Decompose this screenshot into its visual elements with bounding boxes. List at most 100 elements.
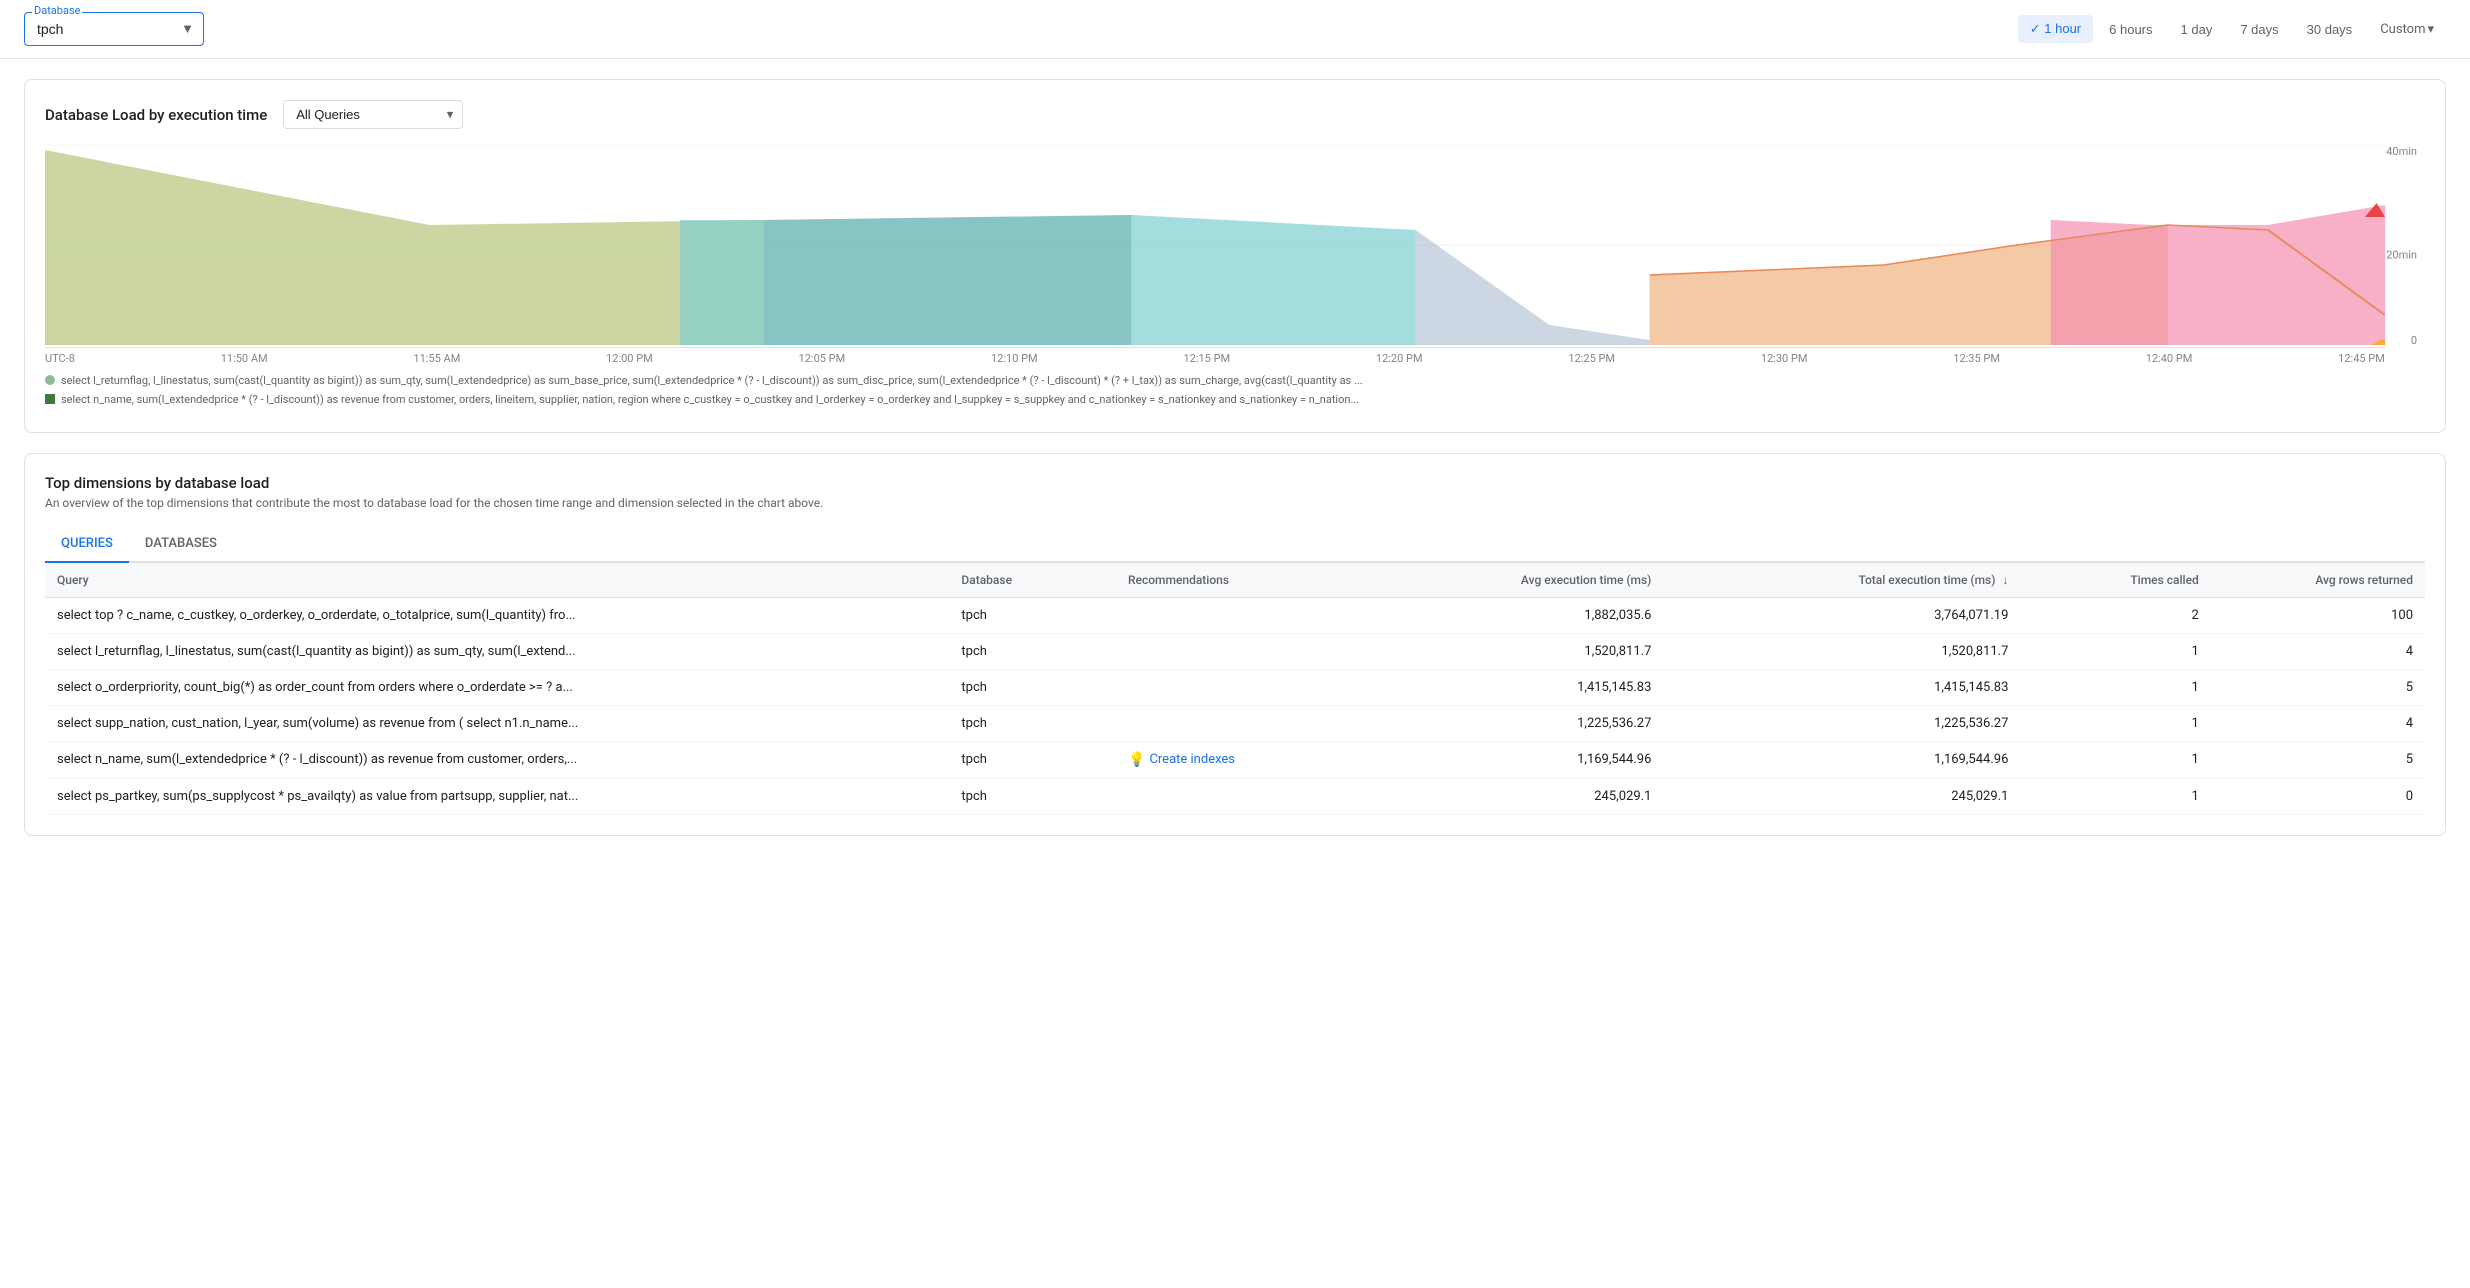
time-filter-custom[interactable]: Custom ▾ bbox=[2368, 16, 2446, 43]
cell-query-6: select ps_partkey, sum(ps_supplycost * p… bbox=[45, 778, 949, 814]
cell-db-3: tpch bbox=[949, 669, 1116, 705]
chart-section: Database Load by execution time All Quer… bbox=[24, 79, 2446, 433]
cell-rec-6 bbox=[1116, 778, 1354, 814]
cell-avg-exec-1: 1,882,035.6 bbox=[1354, 597, 1663, 633]
cell-db-5: tpch bbox=[949, 741, 1116, 778]
x-label-1205: 12:05 PM bbox=[799, 352, 846, 365]
time-filter-7d[interactable]: 7 days bbox=[2228, 16, 2290, 43]
cell-query-5: select n_name, sum(l_extendedprice * (? … bbox=[45, 741, 949, 778]
tab-databases[interactable]: DATABASES bbox=[129, 526, 233, 563]
col-header-times-called: Times called bbox=[2020, 563, 2210, 598]
table-body: select top ? c_name, c_custkey, o_orderk… bbox=[45, 597, 2425, 814]
x-label-1225: 12:25 PM bbox=[1568, 352, 1615, 365]
cell-avg-exec-6: 245,029.1 bbox=[1354, 778, 1663, 814]
cell-total-exec-6: 245,029.1 bbox=[1663, 778, 2020, 814]
x-label-1210: 12:10 PM bbox=[991, 352, 1038, 365]
cell-query-4: select supp_nation, cust_nation, l_year,… bbox=[45, 705, 949, 741]
cell-times-6: 1 bbox=[2020, 778, 2210, 814]
cell-rows-4: 4 bbox=[2211, 705, 2425, 741]
cell-rows-5: 5 bbox=[2211, 741, 2425, 778]
cell-db-1: tpch bbox=[949, 597, 1116, 633]
database-select[interactable]: tpch postgres mydb bbox=[24, 12, 204, 46]
legend-item-2: select n_name, sum(l_extendedprice * (? … bbox=[45, 392, 2425, 407]
col-header-database: Database bbox=[949, 563, 1116, 598]
cell-query-1: select top ? c_name, c_custkey, o_orderk… bbox=[45, 597, 949, 633]
cell-db-6: tpch bbox=[949, 778, 1116, 814]
cell-total-exec-4: 1,225,536.27 bbox=[1663, 705, 2020, 741]
cell-query-2: select l_returnflag, l_linestatus, sum(c… bbox=[45, 633, 949, 669]
tabs: QUERIES DATABASES bbox=[45, 526, 2425, 563]
col-header-avg-exec: Avg execution time (ms) bbox=[1354, 563, 1663, 598]
table-row: select l_returnflag, l_linestatus, sum(c… bbox=[45, 633, 2425, 669]
tab-queries[interactable]: QUERIES bbox=[45, 526, 129, 563]
database-select-wrapper: Database tpch postgres mydb ▼ bbox=[24, 12, 204, 46]
x-label-1220: 12:20 PM bbox=[1376, 352, 1423, 365]
cell-rows-6: 0 bbox=[2211, 778, 2425, 814]
table-row: select top ? c_name, c_custkey, o_orderk… bbox=[45, 597, 2425, 633]
cell-total-exec-2: 1,520,811.7 bbox=[1663, 633, 2020, 669]
cell-times-3: 1 bbox=[2020, 669, 2210, 705]
section-title: Top dimensions by database load bbox=[45, 474, 2425, 492]
header: Database tpch postgres mydb ▼ 1 hour 6 h… bbox=[0, 0, 2470, 59]
y-label-40min: 40min bbox=[2386, 145, 2417, 158]
x-label-1150: 11:50 AM bbox=[221, 352, 268, 365]
table-header: Query Database Recommendations Avg execu… bbox=[45, 563, 2425, 598]
cell-times-4: 1 bbox=[2020, 705, 2210, 741]
query-filter-select[interactable]: All Queries Top Queries bbox=[283, 100, 463, 129]
create-indexes-link[interactable]: 💡 Create indexes bbox=[1128, 752, 1342, 768]
chart-title: Database Load by execution time bbox=[45, 106, 267, 124]
time-filters: 1 hour 6 hours 1 day 7 days 30 days Cust… bbox=[2018, 15, 2446, 43]
y-label-20min: 20min bbox=[2386, 249, 2417, 262]
custom-label: Custom bbox=[2380, 22, 2425, 37]
legend-text-2: select n_name, sum(l_extendedprice * (? … bbox=[61, 392, 1359, 407]
cell-rec-4 bbox=[1116, 705, 1354, 741]
table-row: select n_name, sum(l_extendedprice * (? … bbox=[45, 741, 2425, 778]
time-filter-1h[interactable]: 1 hour bbox=[2018, 15, 2093, 43]
cell-query-3: select o_orderpriority, count_big(*) as … bbox=[45, 669, 949, 705]
col-header-query: Query bbox=[45, 563, 949, 598]
table-row: select supp_nation, cust_nation, l_year,… bbox=[45, 705, 2425, 741]
x-label-1200: 12:00 PM bbox=[606, 352, 653, 365]
lightbulb-icon: 💡 bbox=[1128, 752, 1145, 768]
x-label-1240: 12:40 PM bbox=[2146, 352, 2193, 365]
cell-db-2: tpch bbox=[949, 633, 1116, 669]
cell-rows-2: 4 bbox=[2211, 633, 2425, 669]
sort-icon-total-exec: ↓ bbox=[2002, 573, 2008, 587]
x-label-1215: 12:15 PM bbox=[1183, 352, 1230, 365]
cell-total-exec-5: 1,169,544.96 bbox=[1663, 741, 2020, 778]
chart-header: Database Load by execution time All Quer… bbox=[45, 100, 2425, 129]
chart-svg bbox=[45, 145, 2385, 345]
cell-times-1: 2 bbox=[2020, 597, 2210, 633]
cell-avg-exec-4: 1,225,536.27 bbox=[1354, 705, 1663, 741]
x-label-1230: 12:30 PM bbox=[1761, 352, 1808, 365]
time-filter-6h[interactable]: 6 hours bbox=[2097, 16, 2164, 43]
query-filter-wrapper: All Queries Top Queries ▾ bbox=[283, 100, 463, 129]
x-label-utc: UTC-8 bbox=[45, 352, 75, 365]
col-header-recommendations: Recommendations bbox=[1116, 563, 1354, 598]
cell-rows-3: 5 bbox=[2211, 669, 2425, 705]
cell-total-exec-3: 1,415,145.83 bbox=[1663, 669, 2020, 705]
table-row: select o_orderpriority, count_big(*) as … bbox=[45, 669, 2425, 705]
chart-container: 40min 20min 0 bbox=[45, 145, 2425, 365]
cell-rec-3 bbox=[1116, 669, 1354, 705]
cell-avg-exec-3: 1,415,145.83 bbox=[1354, 669, 1663, 705]
legend-color-1 bbox=[45, 375, 55, 385]
legend-item-1: select l_returnflag, l_linestatus, sum(c… bbox=[45, 373, 2425, 388]
cell-avg-exec-2: 1,520,811.7 bbox=[1354, 633, 1663, 669]
x-label-1155: 11:55 AM bbox=[413, 352, 460, 365]
chart-x-axis: UTC-8 11:50 AM 11:55 AM 12:00 PM 12:05 P… bbox=[45, 347, 2385, 369]
cell-avg-exec-5: 1,169,544.96 bbox=[1354, 741, 1663, 778]
cell-rec-1 bbox=[1116, 597, 1354, 633]
time-filter-1d[interactable]: 1 day bbox=[2169, 16, 2225, 43]
table-row: select ps_partkey, sum(ps_supplycost * p… bbox=[45, 778, 2425, 814]
cell-times-2: 1 bbox=[2020, 633, 2210, 669]
col-header-avg-rows: Avg rows returned bbox=[2211, 563, 2425, 598]
col-header-total-exec[interactable]: Total execution time (ms) ↓ bbox=[1663, 563, 2020, 598]
cell-rec-5: 💡 Create indexes bbox=[1116, 741, 1354, 778]
time-filter-30d[interactable]: 30 days bbox=[2295, 16, 2365, 43]
custom-chevron-icon: ▾ bbox=[2427, 22, 2434, 37]
x-label-1245: 12:45 PM bbox=[2338, 352, 2385, 365]
data-table: Query Database Recommendations Avg execu… bbox=[45, 563, 2425, 815]
section-subtitle: An overview of the top dimensions that c… bbox=[45, 496, 2425, 510]
database-label: Database bbox=[32, 4, 82, 17]
